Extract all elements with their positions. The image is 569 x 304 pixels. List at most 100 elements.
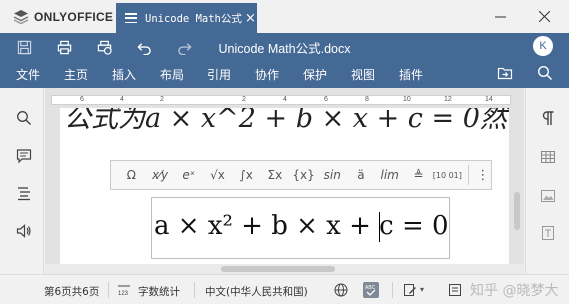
ruler-number: 4 [283,96,287,103]
menu-references[interactable]: 引用 [207,66,231,83]
word-count-button[interactable]: 123 [116,282,132,298]
undo-button[interactable] [136,39,152,55]
equation-formula: a × x² + b × x + c = 0 [154,211,449,241]
globe-button[interactable] [333,282,349,298]
print-button[interactable] [56,39,72,55]
spellcheck-icon: ABC [365,285,376,296]
equation-toolbar: Ω x⁄y eˣ √x ∫x Σx {x} sin ä lim ≜ [10 01… [110,160,492,190]
table-icon [541,151,555,163]
ruler-number: 2 [242,96,246,103]
language-selector[interactable]: 中文(中华人民共和国) [205,284,308,299]
ruler-number: 12 [444,96,452,103]
textbox-settings-button[interactable] [538,223,558,243]
speech-button[interactable] [14,221,34,241]
status-divider [108,282,109,298]
toolbar-divider [467,165,469,185]
menu-layout[interactable]: 布局 [160,66,184,83]
comments-button[interactable] [14,146,34,166]
find-button[interactable] [14,108,34,128]
eq-bracket-button[interactable]: {x} [289,168,318,182]
menu-insert[interactable]: 插入 [112,66,136,83]
eq-fraction-button[interactable]: x⁄y [146,168,175,182]
text-cursor [379,212,380,242]
track-changes-dropdown[interactable]: ▾ [420,285,424,294]
close-icon [538,11,550,22]
eq-operator-button[interactable]: ≜ [404,168,433,182]
paragraph-settings-button[interactable] [538,108,558,128]
undo-icon [136,42,151,55]
status-divider [194,282,195,298]
print-icon [57,40,71,54]
search-icon [537,65,553,81]
menu-plugins[interactable]: 插件 [399,66,423,83]
quick-print-button[interactable] [96,39,112,55]
user-avatar[interactable]: K [533,36,553,56]
ruler-number: 2 [160,96,164,103]
eq-symbols-button[interactable]: Ω [117,168,146,182]
paragraph-icon [542,111,554,125]
document-tab[interactable]: Unicode Math公式.docx × [116,3,257,33]
save-icon [17,40,31,54]
eq-integral-button[interactable]: ∫x [232,168,261,182]
eq-large-operator-button[interactable]: Σx [261,168,290,182]
eq-limit-log-button[interactable]: lim [375,168,404,182]
ruler-number: 6 [80,96,84,103]
menu-file[interactable]: 文件 [16,66,40,83]
document-icon [125,12,137,24]
word-count-icon: 123 [118,285,130,297]
onlyoffice-window: ONLYOFFICE Unicode Math公式.docx × [0,0,569,304]
eq-function-button[interactable]: sin [318,168,347,182]
track-changes-icon [404,284,416,296]
header-toolbar: Unicode Math公式.docx K 文件 主页 插入 布局 引用 协作 … [0,33,569,88]
layers-icon [13,10,29,25]
menu-view[interactable]: 视图 [351,66,375,83]
document-page[interactable]: 公式为a × x^2 + b × x + c = 0然 Ω x⁄y eˣ √x … [60,108,509,274]
ruler-number: 10 [403,96,411,103]
word-count-label[interactable]: 字数统计 [138,284,180,299]
textbox-icon [542,226,554,240]
right-panel [525,88,569,274]
tab-close-icon[interactable]: × [245,11,256,26]
track-changes-button[interactable] [402,282,418,298]
tab-title: Unicode Math公式.docx [145,12,243,25]
brand-name: ONLYOFFICE [34,10,114,24]
maximize-button[interactable] [486,0,520,33]
menu-collaboration[interactable]: 协作 [255,66,279,83]
navigation-icon [18,187,30,201]
vertical-scrollbar[interactable] [514,192,520,230]
image-settings-button[interactable] [538,186,558,206]
open-location-icon [497,67,513,80]
ruler-number: 8 [365,96,369,103]
watermark: 知乎 @晓梦大 [470,283,559,299]
ruler-number: 14 [485,96,493,103]
save-button[interactable] [16,39,32,55]
redo-button[interactable] [176,39,192,55]
doc-language-button[interactable] [447,282,463,298]
title-bar: ONLYOFFICE Unicode Math公式.docx × [0,0,569,33]
close-button[interactable] [527,0,561,33]
ruler-number: 6 [324,96,328,103]
navigation-button[interactable] [14,183,34,203]
eq-accent-button[interactable]: ä [347,168,376,182]
onlyoffice-logo: ONLYOFFICE [13,9,113,25]
speech-icon [16,224,31,238]
open-location-button[interactable] [496,64,514,82]
document-workspace: 6 4 2 2 4 6 8 10 12 14 公式为a × x^2 + b × … [45,88,524,274]
eq-matrix-button[interactable]: [10 01] [433,171,462,180]
page-indicator[interactable]: 第6页共6页 [44,284,99,299]
equation-box[interactable]: a × x² + b × x + c = 0 [151,197,450,259]
table-settings-button[interactable] [538,147,558,167]
eq-radical-button[interactable]: √x [203,168,232,182]
equation-content[interactable]: a × x² + b × x + c = 0 [154,211,449,241]
eq-more-button[interactable]: ⋮ [475,168,491,183]
comments-icon [16,149,32,164]
quick-print-icon [97,40,112,55]
menu-home[interactable]: 主页 [64,66,88,83]
menu-protection[interactable]: 保护 [303,66,327,83]
header-search-button[interactable] [536,64,554,82]
ruler-number: 4 [120,96,124,103]
horizontal-scrollbar[interactable] [221,266,335,272]
eq-script-button[interactable]: eˣ [174,168,203,182]
horizontal-ruler[interactable]: 6 4 2 2 4 6 8 10 12 14 [51,95,511,105]
spellcheck-button[interactable]: ABC [363,282,379,298]
